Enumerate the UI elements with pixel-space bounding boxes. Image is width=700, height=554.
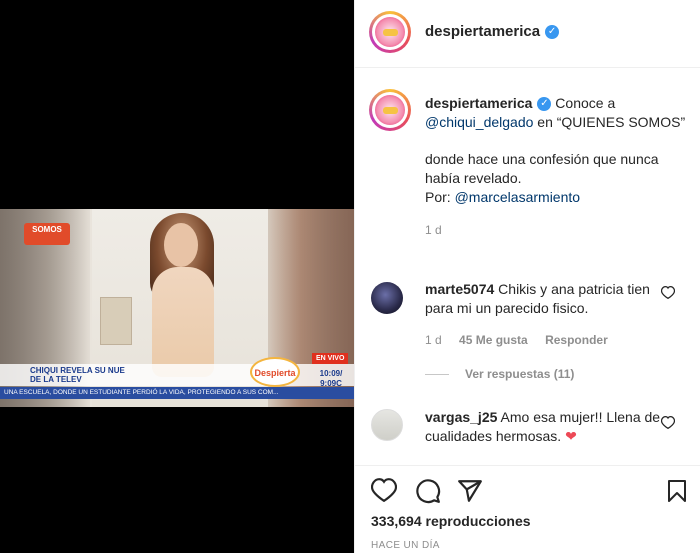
somos-logo: SOMOS [24, 223, 70, 245]
caption-text-2: en “QUIENES SOMOS” [537, 114, 686, 130]
caption-avatar[interactable] [369, 89, 411, 131]
credit-mention-link[interactable]: @marcelasarmiento [455, 189, 580, 205]
replies-divider [425, 374, 449, 376]
credit-label: Por: [425, 189, 451, 205]
commenter-avatar[interactable] [371, 282, 403, 314]
verified-badge-icon: ✓ [545, 24, 560, 39]
caption-text-1: Conoce a [555, 95, 616, 111]
post-panel: despiertamerica ✓ despiertamerica ✓ Conoce… [354, 0, 700, 553]
verified-badge-icon: ✓ [537, 97, 552, 112]
video-headline: CHIQUI REVELA SU NUE DE LA TELEV [30, 366, 125, 384]
post-header: despiertamerica ✓ [355, 0, 700, 68]
post-media[interactable]: SOMOS EN VIVO CHIQUI REVELA SU NUE DE LA… [0, 0, 354, 553]
comment: marte5074 Chikis y ana patricia tien par… [425, 280, 665, 318]
comment-username[interactable]: marte5074 [425, 281, 494, 297]
mention-link[interactable]: @chiqui_delgado [425, 114, 533, 130]
caption-username[interactable]: despiertamerica [425, 95, 532, 111]
comment-like-heart-icon[interactable] [660, 286, 676, 302]
person-face [164, 223, 198, 267]
caption-paragraph: donde hace una confesión que nunca había… [425, 151, 659, 186]
caption-credit: Por: @marcelasarmiento [425, 188, 687, 207]
view-replies-label: Ver respuestas (11) [465, 367, 575, 381]
post-timestamp[interactable]: HACE UN DÍA [371, 540, 440, 551]
show-logo: Despierta [250, 357, 300, 387]
person-body [152, 267, 214, 377]
wall-poster [100, 297, 132, 345]
header-username[interactable]: despiertamerica [425, 23, 540, 40]
view-count[interactable]: 333,694 reproducciones [371, 513, 531, 529]
commenter-avatar[interactable] [371, 409, 403, 441]
video-clock: 10:09/ 9:09C [312, 369, 350, 389]
clock-line-1: 10:09/ [319, 369, 343, 378]
comment-meta: 1 d 45 Me gusta Responder [425, 333, 622, 347]
news-ticker: UNA ESCUELA, DONDE UN ESTUDIANTE PERDIÓ … [0, 387, 354, 399]
header-user: despiertamerica ✓ [425, 23, 560, 41]
comment: vargas_j25 Amo esa mujer!! Llena de cual… [425, 408, 665, 446]
reply-button[interactable]: Responder [545, 333, 608, 347]
caption-time: 1 d [425, 223, 442, 237]
bookmark-icon[interactable] [665, 478, 691, 504]
comment-like-heart-icon[interactable] [660, 416, 676, 432]
post-caption: despiertamerica ✓ Conoce a @chiqui_delgad… [425, 94, 687, 240]
view-replies-button[interactable]: Ver respuestas (11) [425, 367, 574, 381]
share-icon[interactable] [457, 478, 483, 504]
comment-likes[interactable]: 45 Me gusta [459, 333, 528, 347]
heart-emoji: ❤ [565, 428, 577, 444]
profile-avatar[interactable] [369, 11, 411, 53]
video-player[interactable]: SOMOS EN VIVO CHIQUI REVELA SU NUE DE LA… [0, 209, 354, 407]
heart-icon[interactable] [370, 478, 398, 504]
comment-icon[interactable] [415, 478, 441, 504]
live-badge: EN VIVO [312, 353, 349, 364]
comment-username[interactable]: vargas_j25 [425, 409, 497, 425]
comment-time: 1 d [425, 333, 442, 347]
